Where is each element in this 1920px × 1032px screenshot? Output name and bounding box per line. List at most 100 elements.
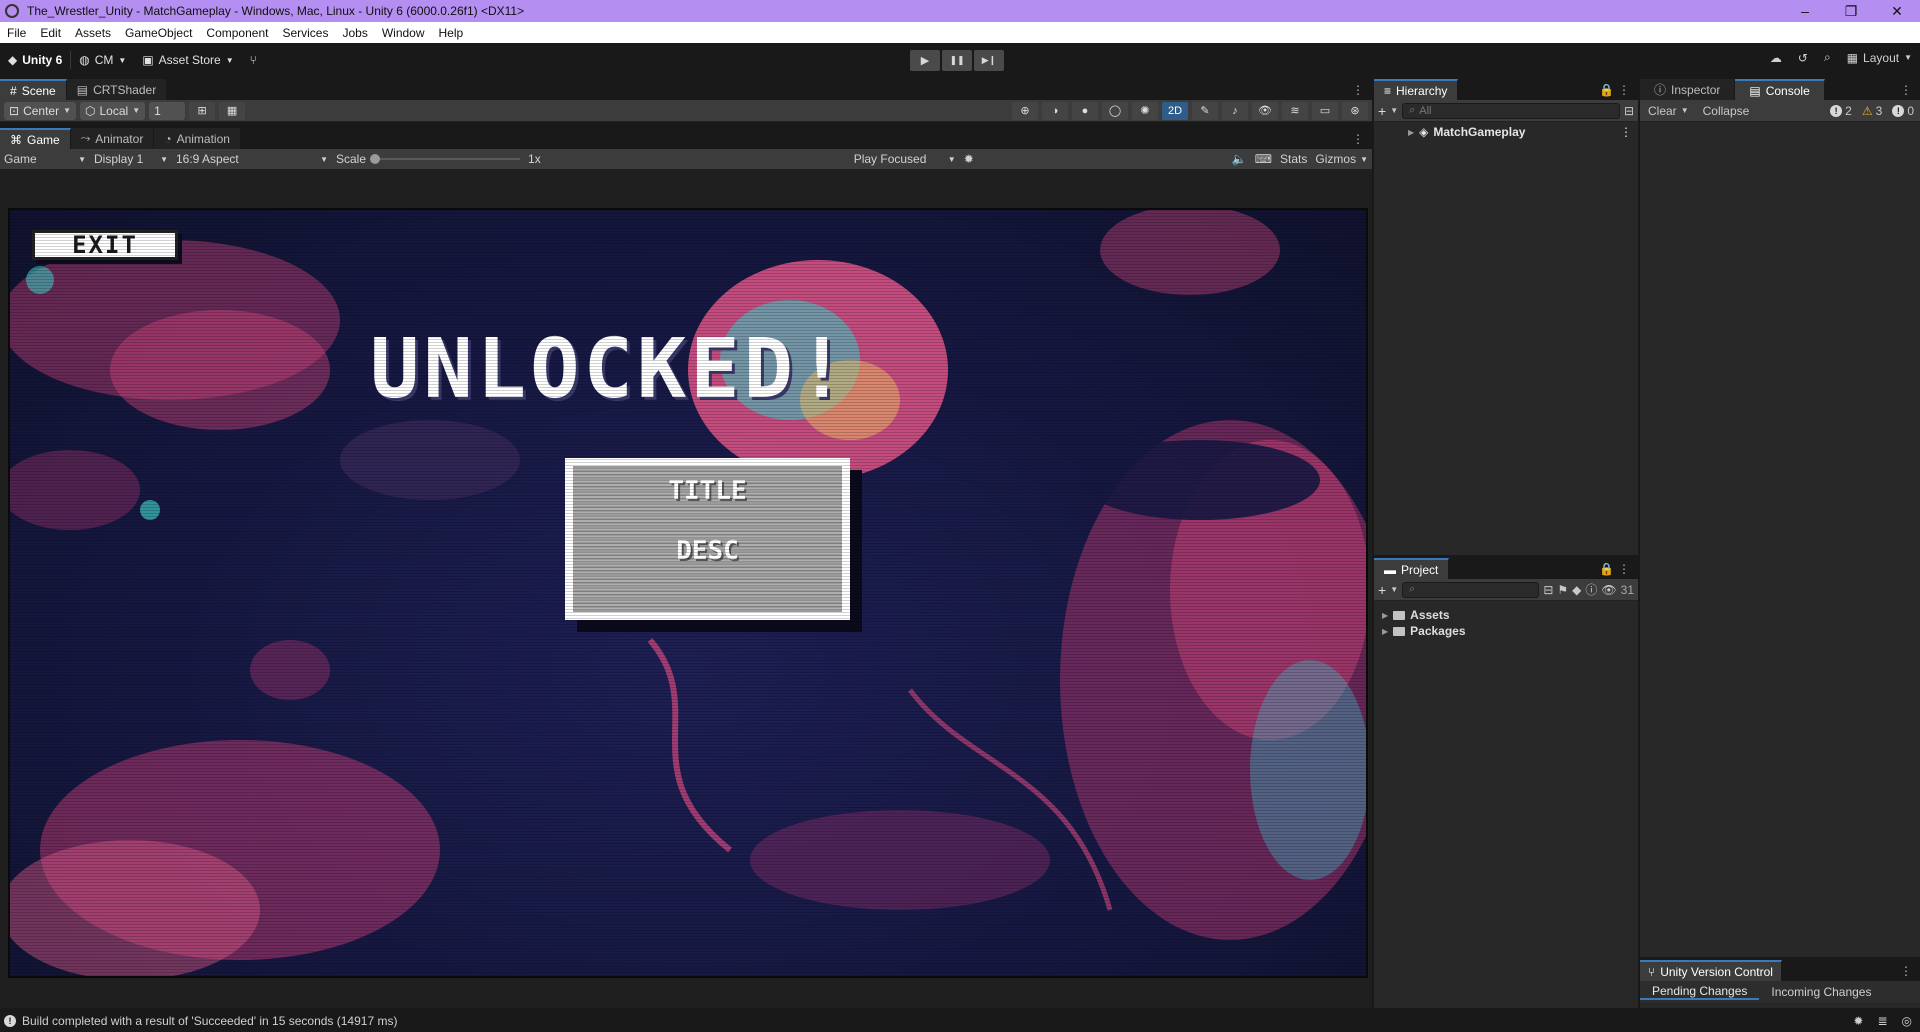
aspect-dropdown[interactable]: 16:9 Aspect ▼ <box>172 152 332 166</box>
expand-arrow-icon[interactable]: ▶ <box>1382 627 1388 636</box>
close-button[interactable]: ✕ <box>1874 0 1920 22</box>
version-control-button[interactable]: ⑂ <box>242 53 265 67</box>
item-menu-icon[interactable]: ⋮ <box>1620 125 1632 139</box>
tab-crtshader[interactable]: ▤ CRTShader <box>66 79 168 100</box>
panel-menu-icon[interactable]: ⋮ <box>1900 83 1912 97</box>
collapse-toggle[interactable]: Collapse <box>1697 104 1756 118</box>
hidden-packages-icon[interactable]: 👁 <box>1601 583 1616 597</box>
audio-toggle-icon[interactable]: ♪ <box>1222 101 1248 120</box>
tab-inspector[interactable]: ⓘ Inspector <box>1640 79 1736 100</box>
tab-project[interactable]: ▬ Project <box>1374 558 1450 579</box>
expand-arrow-icon[interactable]: ▶ <box>1408 128 1414 137</box>
snap-increment-field[interactable]: 1 <box>149 101 186 120</box>
project-search-input[interactable]: ⌕ <box>1402 581 1540 598</box>
view-dropdown[interactable]: Game ▼ <box>0 152 90 166</box>
progress-check-icon[interactable]: ◎ <box>1902 1014 1912 1028</box>
keyboard-shortcuts-icon[interactable]: ⌨ <box>1251 152 1276 166</box>
stats-toggle[interactable]: Stats <box>1276 152 1311 166</box>
tab-scene[interactable]: # Scene <box>0 79 67 100</box>
info-toggle-icon[interactable]: ⓘ <box>1585 581 1597 598</box>
tag-icon[interactable]: ◆ <box>1572 583 1581 597</box>
panel-menu-icon[interactable]: ⋮ <box>1352 132 1364 146</box>
tab-animation[interactable]: ◔ Animation <box>154 128 241 149</box>
unity-account-button[interactable]: ◆ Unity 6 <box>0 53 70 67</box>
add-icon[interactable]: + <box>1378 582 1386 598</box>
project-folder-assets[interactable]: ▶ Assets <box>1374 607 1638 623</box>
layers-icon[interactable]: ≋ <box>1282 101 1308 120</box>
scene-visibility-icon[interactable]: 👁 <box>1252 101 1278 120</box>
status-message[interactable]: Build completed with a result of 'Succee… <box>22 1014 397 1028</box>
info-filter-toggle[interactable]: ! 2 <box>1830 104 1852 118</box>
shaded-sphere-icon[interactable]: ● <box>1072 101 1098 120</box>
menu-gameobject[interactable]: GameObject <box>118 26 199 40</box>
tab-console[interactable]: ▤ Console <box>1735 79 1825 100</box>
play-mode-dropdown[interactable]: Play Focused ▼ <box>850 152 960 166</box>
search-by-type-icon[interactable]: ⊟ <box>1543 583 1553 597</box>
menu-help[interactable]: Help <box>432 26 471 40</box>
display-dropdown[interactable]: Display 1 ▼ <box>90 152 172 166</box>
layout-dropdown[interactable]: ▦ Layout ▼ <box>1847 51 1912 65</box>
tab-hierarchy[interactable]: ≡ Hierarchy <box>1374 79 1459 100</box>
menu-file[interactable]: File <box>0 26 33 40</box>
debug-mode-icon[interactable]: ✹ <box>1853 1014 1863 1028</box>
menu-window[interactable]: Window <box>375 26 432 40</box>
scale-slider[interactable] <box>370 154 521 164</box>
play-button[interactable]: ▶ <box>910 50 940 71</box>
tab-game[interactable]: ⌘ Game <box>0 128 71 149</box>
lock-icon[interactable]: 🔒 <box>1599 562 1614 576</box>
history-icon[interactable]: ↺ <box>1798 51 1808 65</box>
scale-slider-thumb[interactable] <box>370 154 381 164</box>
menu-jobs[interactable]: Jobs <box>335 26 374 40</box>
space-dropdown[interactable]: ⬡ Local ▼ <box>80 101 146 120</box>
panel-menu-icon[interactable]: ⋮ <box>1618 562 1630 576</box>
gizmos-toggle-icon[interactable]: ⊛ <box>1342 101 1368 120</box>
camera-icon[interactable]: ▭ <box>1312 101 1338 120</box>
tab-animator[interactable]: ⤳ Animator <box>70 128 155 149</box>
asset-store-dropdown[interactable]: ▣ Asset Store ▼ <box>134 53 241 67</box>
menu-component[interactable]: Component <box>199 26 275 40</box>
expand-arrow-icon[interactable]: ▶ <box>1382 611 1388 620</box>
menu-edit[interactable]: Edit <box>33 26 68 40</box>
mute-audio-icon[interactable]: 🔈 <box>1228 152 1251 166</box>
cloud-icon[interactable]: ☁ <box>1770 51 1782 65</box>
mode-2d-toggle[interactable]: 2D <box>1162 101 1188 120</box>
shading-mode-icon[interactable]: ◑ <box>1042 101 1068 120</box>
panel-menu-icon[interactable]: ⋮ <box>1900 964 1912 978</box>
tab-version-control[interactable]: ⑂ Unity Version Control <box>1640 960 1782 981</box>
panel-menu-icon[interactable]: ⋮ <box>1618 83 1630 97</box>
panel-menu-icon[interactable]: ⋮ <box>1352 83 1364 97</box>
cache-server-icon[interactable]: ≣ <box>1877 1014 1887 1028</box>
clear-button[interactable]: Clear ▼ <box>1644 104 1693 118</box>
error-filter-toggle[interactable]: ! 0 <box>1892 104 1914 118</box>
hierarchy-search-input[interactable]: ⌕ All <box>1402 102 1620 119</box>
tab-incoming-changes[interactable]: Incoming Changes <box>1759 985 1883 999</box>
pivot-dropdown[interactable]: ⊡ Center ▼ <box>4 101 77 120</box>
scene-filter-icon[interactable]: ⊟ <box>1624 104 1634 118</box>
frame-debugger-icon[interactable]: ✹ <box>960 152 978 166</box>
pause-button[interactable]: ❚❚ <box>942 50 972 71</box>
render-mode-icon[interactable]: ✺ <box>1132 101 1158 120</box>
chevron-down-icon[interactable]: ▼ <box>1390 585 1398 594</box>
minimize-button[interactable]: – <box>1782 0 1828 22</box>
hierarchy-root-item[interactable]: ▶ ◈ MatchGameplay ⋮ <box>1374 123 1638 141</box>
tab-pending-changes[interactable]: Pending Changes <box>1640 984 1760 1000</box>
wireframe-icon[interactable]: ◯ <box>1102 101 1128 120</box>
menu-assets[interactable]: Assets <box>68 26 118 40</box>
exit-button[interactable]: EXIT <box>32 230 178 260</box>
console-log-area[interactable] <box>1640 122 1920 940</box>
lock-icon[interactable]: 🔒 <box>1599 83 1614 97</box>
search-icon[interactable]: ⌕ <box>1824 50 1831 65</box>
menu-services[interactable]: Services <box>275 26 335 40</box>
gizmos-dropdown[interactable]: Gizmos ▼ <box>1311 152 1372 166</box>
warning-filter-toggle[interactable]: ⚠ 3 <box>1862 104 1882 118</box>
orientation-gizmo-icon[interactable]: ⊕ <box>1012 101 1038 120</box>
chevron-down-icon[interactable]: ▼ <box>1390 106 1398 115</box>
maximize-button[interactable]: ❐ <box>1828 0 1874 22</box>
game-viewport[interactable]: EXIT UNLOCKED! TITLE DESC <box>8 208 1368 978</box>
add-icon[interactable]: + <box>1378 103 1386 119</box>
grid-snap-icon[interactable]: ⊞ <box>189 101 216 120</box>
step-button[interactable]: ▶❙ <box>974 50 1004 71</box>
lighting-toggle-icon[interactable]: ✎ <box>1192 101 1218 120</box>
search-by-label-icon[interactable]: ⚑ <box>1557 583 1568 597</box>
account-dropdown[interactable]: ◍ CM ▼ <box>71 53 134 67</box>
